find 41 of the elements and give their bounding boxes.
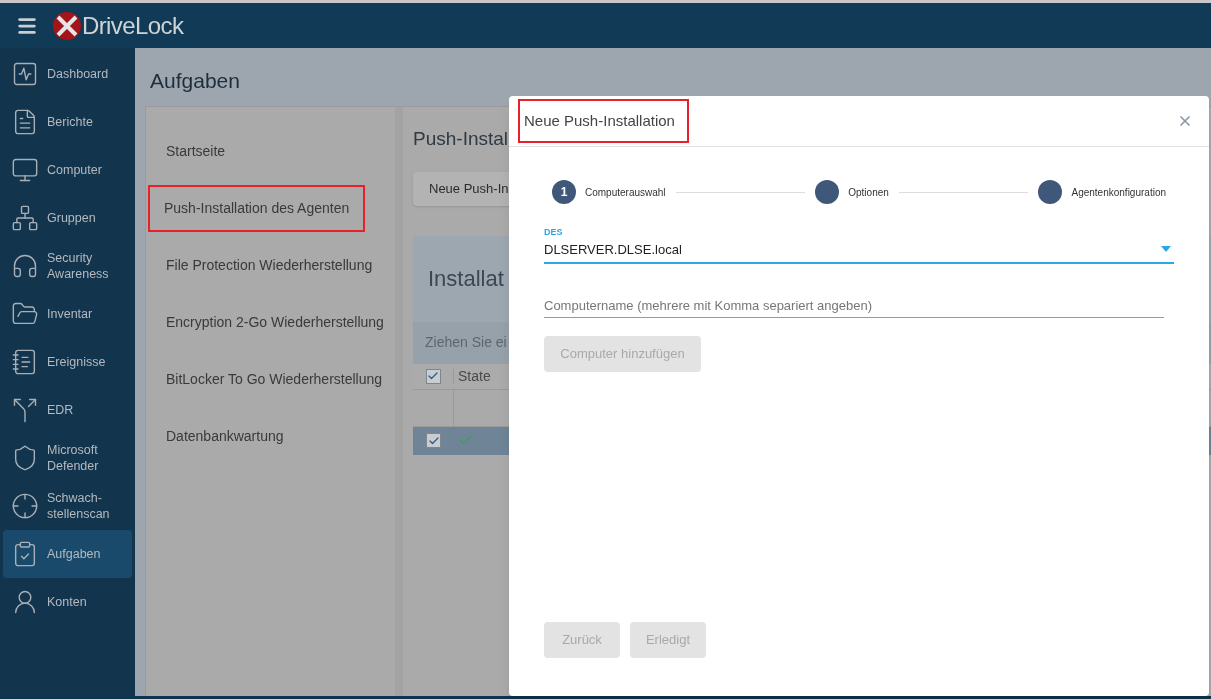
step-label: Optionen	[848, 185, 889, 200]
monitor-icon	[11, 156, 39, 184]
checkbox[interactable]	[425, 368, 441, 384]
sidebar-item[interactable]: EDR	[3, 386, 132, 434]
sidebar-item[interactable]: Security Awareness	[3, 242, 132, 290]
section-title: Push-Instal	[413, 127, 510, 151]
computer-name-field[interactable]: Computername (mehrere mit Komma separiert angeben)	[544, 294, 1164, 318]
sidebar-item[interactable]: Schwach- stellenscan	[3, 482, 132, 530]
column-header[interactable]: State	[454, 365, 491, 387]
menu-item[interactable]: File Protection Wiederherstellung	[150, 242, 389, 289]
menu-item[interactable]: Datenbankwartung	[150, 413, 300, 460]
sidebar-item[interactable]: Microsoft Defender	[3, 434, 132, 482]
menu-item[interactable]: BitLocker To Go Wiederherstellung	[150, 356, 399, 403]
menu-item[interactable]: Encryption 2-Go Wiederherstellung	[150, 299, 400, 346]
server-select[interactable]: DES DLSERVER.DLSE.local	[544, 226, 1174, 264]
dialog-title: Neue Push-Installation	[518, 98, 689, 144]
step-label: Agentenkonfiguration	[1071, 185, 1166, 200]
menu-item[interactable]: Push-Installation des Agenten	[148, 185, 366, 232]
page-title: Aufgaben	[150, 67, 240, 94]
headphones-icon	[11, 252, 39, 280]
checkbox[interactable]	[426, 433, 441, 448]
sidebar-item[interactable]: Konten	[3, 578, 132, 626]
close-icon[interactable]	[1177, 113, 1193, 129]
card-title: Installat	[428, 265, 504, 293]
dropdown-caret-icon	[1161, 246, 1171, 253]
sidebar-item[interactable]: Ereignisse	[3, 338, 132, 386]
split-arrow-icon	[11, 396, 39, 424]
sidebar-item[interactable]: Gruppen	[3, 194, 132, 242]
step-label: Computerauswahl	[585, 185, 666, 200]
logo-text: DriveLock	[82, 10, 184, 41]
logo-icon	[52, 10, 82, 41]
sidebar-item[interactable]: Inventar	[3, 290, 132, 338]
sidebar-item[interactable]: Berichte	[3, 98, 132, 146]
network-icon	[11, 204, 39, 232]
activity-monitor-icon	[11, 60, 39, 88]
menu-item[interactable]: Startseite	[150, 128, 242, 175]
sidebar-item[interactable]: Dashboard	[3, 50, 132, 98]
sidebar-item[interactable]: Computer	[3, 146, 132, 194]
crosshair-icon	[11, 492, 39, 520]
group-hint: Ziehen Sie ei	[425, 333, 507, 352]
sidebar-item[interactable]: Aufgaben	[3, 530, 132, 578]
